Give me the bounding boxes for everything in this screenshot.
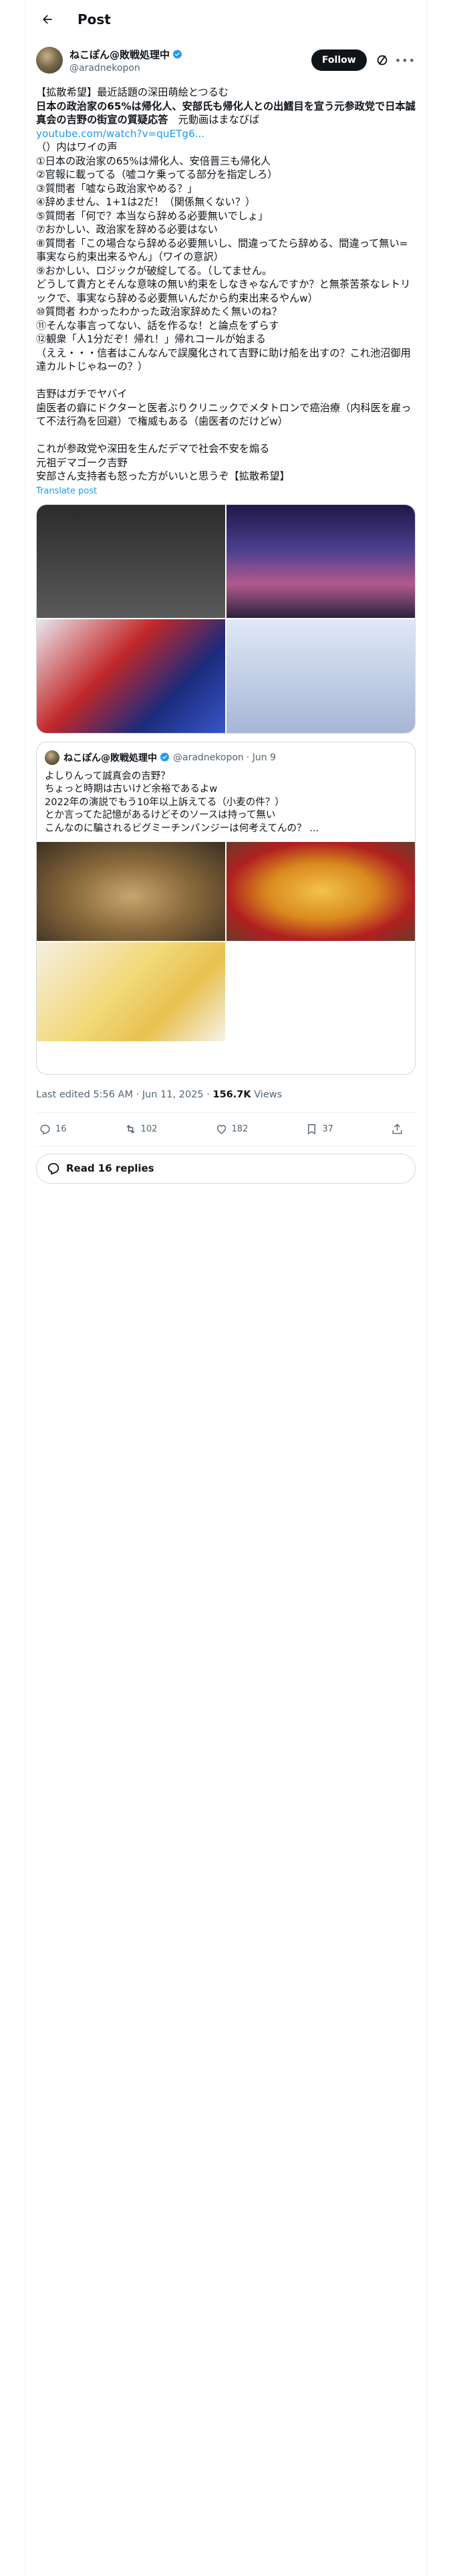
author-info: ねこぽん@敗戦処理中 @aradnekopon xyxy=(69,47,311,74)
post-column: Post ねこぽん@敗戦処理中 @aradnekopon Follow ••• … xyxy=(25,0,426,1184)
page-title: Post xyxy=(78,11,111,27)
more-options-icon[interactable]: ••• xyxy=(395,54,416,67)
translate-post-link[interactable]: Translate post xyxy=(25,484,426,496)
quoted-media-image-1[interactable] xyxy=(37,842,225,941)
post-media-grid xyxy=(36,504,416,734)
author-handle[interactable]: @aradnekopon xyxy=(69,63,311,74)
post-meta: Last edited 5:56 AM · Jun 11, 2025 · 156… xyxy=(25,1075,426,1112)
bookmark-icon xyxy=(308,1124,316,1135)
post-text: 【拡散希望】最近話題の深田萌絵とつるむ 日本の政治家の65%は帰化人、安部氏も帰… xyxy=(25,76,426,484)
read-replies-label: Read 16 replies xyxy=(66,1162,154,1174)
quoted-post-text: よしりんって誠真会の吉野？ ちょっと時期は古いけど余裕であるよw 2022年の演… xyxy=(45,770,319,834)
author-name[interactable]: ねこぽん@敗戦処理中 xyxy=(69,47,170,62)
author-row: ねこぽん@敗戦処理中 @aradnekopon Follow ••• xyxy=(25,39,426,76)
speech-bubble-icon xyxy=(47,1163,59,1175)
views-label: Views xyxy=(251,1089,283,1100)
quoted-avatar xyxy=(45,750,59,765)
reply-count: 16 xyxy=(55,1124,67,1134)
right-column-border xyxy=(426,0,427,2576)
views-count: 156.7K xyxy=(212,1089,251,1100)
avatar[interactable] xyxy=(36,47,63,74)
heart-icon xyxy=(216,1125,226,1134)
reply-icon xyxy=(40,1124,50,1135)
share-button[interactable] xyxy=(391,1123,408,1136)
grok-icon[interactable] xyxy=(375,53,390,68)
quoted-media-image-2[interactable] xyxy=(227,842,415,941)
quoted-post[interactable]: ねこぽん@敗戦処理中 @aradnekopon · Jun 9 よしりんって誠真… xyxy=(36,741,416,1075)
reply-button[interactable]: 16 xyxy=(39,1123,67,1136)
divider xyxy=(36,1146,416,1147)
post-text-line1: 【拡散希望】最近話題の深田萌絵とつるむ xyxy=(36,86,229,98)
like-count: 182 xyxy=(231,1124,249,1134)
action-bar: 16 102 182 37 xyxy=(25,1113,426,1146)
post-text-headline-tail: 元動画はまなびば xyxy=(168,114,260,126)
like-button[interactable]: 182 xyxy=(215,1123,249,1136)
post-timestamp[interactable]: Last edited 5:56 AM · Jun 11, 2025 · xyxy=(36,1089,212,1100)
youtube-link[interactable]: youtube.com/watch?v=quETg6... xyxy=(36,128,204,140)
quoted-author-name: ねこぽん@敗戦処理中 xyxy=(63,752,157,764)
read-replies-button[interactable]: Read 16 replies xyxy=(36,1153,416,1184)
quoted-author-handle: @aradnekopon xyxy=(173,752,244,763)
repost-count: 102 xyxy=(140,1124,158,1134)
quoted-post-header: ねこぽん@敗戦処理中 @aradnekopon · Jun 9 xyxy=(37,742,415,765)
post-text-body: （）内はワイの声 ①日本の政治家の65%は帰化人、安倍晋三も帰化人 ②官報に載っ… xyxy=(36,141,412,482)
top-bar: Post xyxy=(25,0,426,39)
bookmark-count: 37 xyxy=(322,1124,333,1134)
bookmark-button[interactable]: 37 xyxy=(305,1123,333,1136)
arrow-left-icon xyxy=(43,15,52,24)
media-image-3[interactable] xyxy=(37,619,225,733)
verified-badge-icon xyxy=(160,752,170,762)
back-button[interactable] xyxy=(36,8,59,31)
quoted-post-date: · Jun 9 xyxy=(246,752,276,763)
verified-badge-icon xyxy=(172,49,182,59)
repost-icon xyxy=(126,1124,135,1134)
media-image-4[interactable] xyxy=(227,619,415,733)
follow-button[interactable]: Follow xyxy=(311,49,367,71)
share-icon xyxy=(392,1123,402,1134)
media-image-1[interactable] xyxy=(37,504,225,618)
quoted-media-image-3[interactable] xyxy=(37,942,225,1041)
repost-button[interactable]: 102 xyxy=(124,1123,158,1136)
quoted-media-grid xyxy=(37,842,415,1041)
media-image-2[interactable] xyxy=(227,504,415,618)
